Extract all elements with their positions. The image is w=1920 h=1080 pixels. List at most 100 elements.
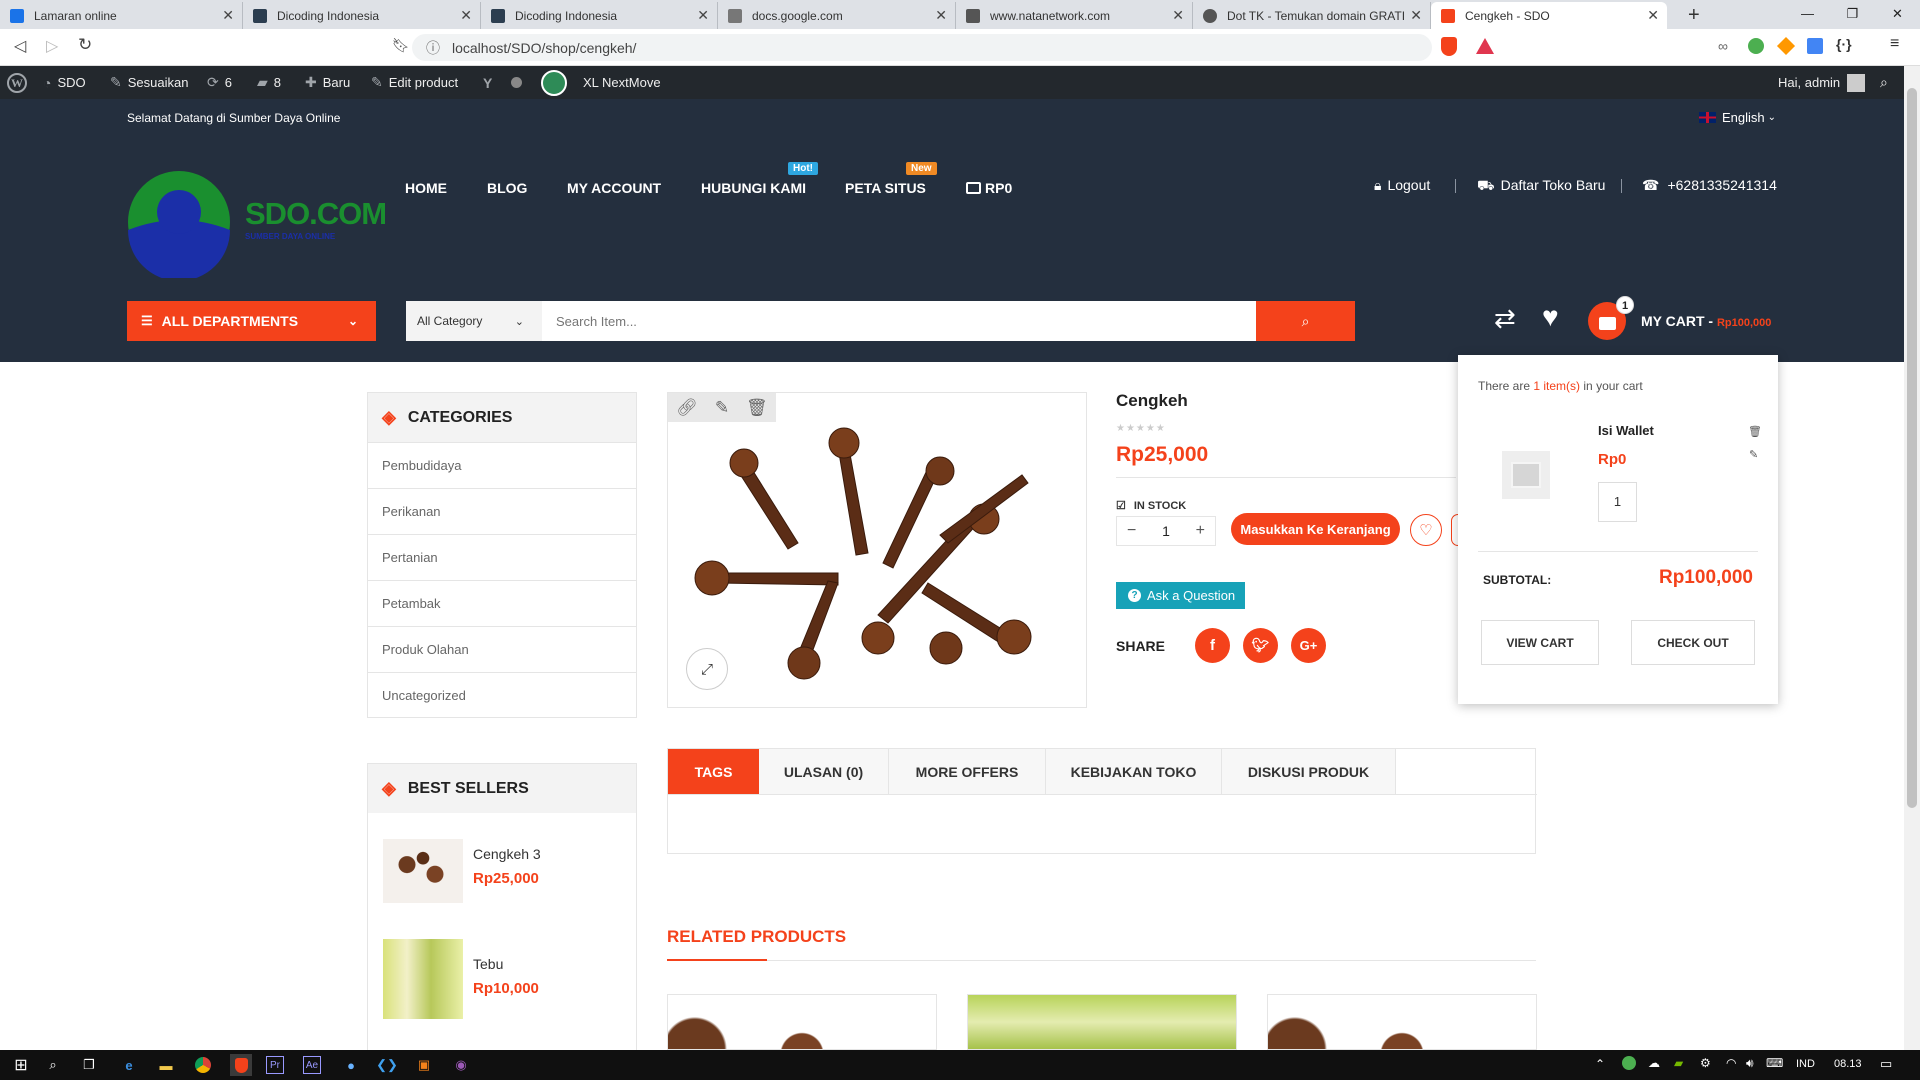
nav-wallet[interactable]: RP0 bbox=[966, 180, 1012, 196]
keyboard-icon[interactable]: ⌨ bbox=[1766, 1056, 1783, 1070]
category-item[interactable]: Pertanian bbox=[368, 534, 636, 580]
site-logo[interactable]: SDO.COM SUMBER DAYA ONLINE bbox=[127, 170, 387, 281]
quantity-value[interactable]: 1 bbox=[1162, 523, 1170, 539]
browser-tab-active[interactable]: Cengkeh - SDO ✕ bbox=[1431, 2, 1667, 29]
edit-icon[interactable]: ✎ bbox=[715, 398, 729, 418]
chrome-icon[interactable] bbox=[192, 1054, 214, 1076]
trash-icon[interactable]: 🗑︎ bbox=[1748, 425, 1762, 438]
extension-icon[interactable] bbox=[1776, 36, 1796, 56]
close-icon[interactable]: ✕ bbox=[1647, 7, 1659, 24]
best-seller-thumbnail[interactable] bbox=[383, 939, 463, 1019]
app-icon[interactable]: ◉ bbox=[450, 1054, 472, 1076]
best-seller-name[interactable]: Tebu bbox=[473, 956, 503, 972]
compare-button[interactable] bbox=[1451, 514, 1458, 546]
menu-icon[interactable]: ≡ bbox=[1890, 35, 1899, 53]
brave-icon[interactable] bbox=[230, 1054, 252, 1076]
browser-tab[interactable]: Dicoding Indonesia ✕ bbox=[243, 2, 481, 29]
browser-tab[interactable]: www.natanetwork.com ✕ bbox=[956, 2, 1193, 29]
browser-tab[interactable]: Dot TK - Temukan domain GRATIS ✕ bbox=[1193, 2, 1431, 29]
extension-icon[interactable]: ∞ bbox=[1718, 38, 1728, 54]
category-select[interactable]: All Category ⌄ bbox=[406, 301, 542, 341]
google-plus-share-icon[interactable]: G+ bbox=[1291, 628, 1326, 663]
add-to-cart-button[interactable]: Masukkan Ke Keranjang bbox=[1231, 513, 1400, 545]
register-store-link[interactable]: ⛟ Daftar Toko Baru bbox=[1477, 177, 1605, 196]
category-item[interactable]: Pembudidaya bbox=[368, 442, 636, 488]
new-tab-button[interactable]: + bbox=[1688, 4, 1700, 27]
tab-store-policy[interactable]: KEBIJAKAN TOKO bbox=[1046, 749, 1222, 794]
search-icon[interactable]: ⌕ bbox=[42, 1054, 64, 1076]
volume-icon[interactable]: 🔊︎ bbox=[1746, 1056, 1754, 1071]
category-item[interactable]: Produk Olahan bbox=[368, 626, 636, 672]
close-icon[interactable]: ✕ bbox=[460, 7, 472, 24]
brave-shield-icon[interactable] bbox=[1441, 37, 1457, 56]
trash-icon[interactable]: 🗑︎ bbox=[746, 398, 768, 418]
after-effects-icon[interactable]: Ae bbox=[303, 1056, 321, 1074]
clock[interactable]: 08.13 bbox=[1834, 1058, 1862, 1070]
nav-sitemap[interactable]: PETA SITUS bbox=[845, 180, 926, 196]
info-icon[interactable]: ⓘ bbox=[426, 38, 440, 58]
wordpress-icon[interactable]: W bbox=[7, 66, 27, 99]
related-product-card[interactable] bbox=[667, 994, 937, 1050]
cart-item-quantity[interactable]: 1 bbox=[1598, 482, 1637, 522]
product-image[interactable] bbox=[678, 423, 1078, 683]
category-item[interactable]: Perikanan bbox=[368, 488, 636, 534]
admin-customize-link[interactable]: ✎ Sesuaikan bbox=[110, 66, 188, 99]
admin-new-link[interactable]: ✚ Baru bbox=[305, 66, 350, 99]
link-icon[interactable]: 🔗︎ bbox=[676, 398, 698, 418]
translate-icon[interactable] bbox=[1807, 38, 1823, 54]
tray-icon[interactable]: ⚙ bbox=[1700, 1056, 1711, 1070]
cart-item-name[interactable]: Isi Wallet bbox=[1598, 423, 1654, 438]
all-departments-button[interactable]: ☰ ALL DEPARTMENTS ⌄ bbox=[127, 301, 376, 341]
tray-chevron-icon[interactable]: ⌃ bbox=[1595, 1057, 1605, 1071]
checkout-button[interactable]: CHECK OUT bbox=[1631, 620, 1755, 665]
minus-icon[interactable]: − bbox=[1127, 522, 1136, 540]
nav-blog[interactable]: BLOG bbox=[487, 180, 527, 196]
cart-item-thumbnail[interactable] bbox=[1502, 451, 1550, 499]
close-icon[interactable]: ✕ bbox=[1410, 7, 1422, 24]
browser-tab[interactable]: docs.google.com ✕ bbox=[718, 2, 956, 29]
windows-start-icon[interactable]: ⊞ bbox=[10, 1054, 32, 1076]
nav-my-account[interactable]: MY ACCOUNT bbox=[567, 180, 661, 196]
brave-rewards-icon[interactable] bbox=[1476, 38, 1494, 54]
input-language[interactable]: IND bbox=[1796, 1058, 1815, 1070]
admin-edit-product-link[interactable]: ✎ Edit product bbox=[371, 66, 458, 99]
best-seller-thumbnail[interactable] bbox=[383, 839, 463, 903]
admin-comments-link[interactable]: ▰ 8 bbox=[257, 66, 281, 99]
tray-icon[interactable] bbox=[1622, 1056, 1636, 1070]
tab-more-offers[interactable]: MORE OFFERS bbox=[889, 749, 1046, 794]
twitter-share-icon[interactable]: 🐦︎ bbox=[1243, 628, 1278, 663]
category-item[interactable]: Petambak bbox=[368, 580, 636, 626]
file-explorer-icon[interactable]: ▬ bbox=[155, 1054, 177, 1076]
phone-link[interactable]: ☎ +6281335241314 bbox=[1642, 177, 1777, 194]
browser-tab[interactable]: Dicoding Indonesia ✕ bbox=[481, 2, 718, 29]
back-icon[interactable]: ◁ bbox=[14, 36, 26, 56]
forward-icon[interactable]: ▷ bbox=[46, 36, 58, 56]
category-item[interactable]: Uncategorized bbox=[368, 672, 636, 718]
xampp-icon[interactable]: ▣ bbox=[413, 1054, 435, 1076]
wishlist-heart-icon[interactable]: ♥ bbox=[1542, 301, 1559, 333]
task-view-icon[interactable]: ❐ bbox=[78, 1054, 100, 1076]
logout-link[interactable]: 🔒︎ Logout bbox=[1374, 177, 1430, 194]
close-icon[interactable]: ✕ bbox=[1172, 7, 1184, 24]
minimize-icon[interactable]: — bbox=[1785, 0, 1830, 29]
edge-icon[interactable]: e bbox=[118, 1054, 140, 1076]
facebook-share-icon[interactable]: f bbox=[1195, 628, 1230, 663]
tab-reviews[interactable]: ULASAN (0) bbox=[759, 749, 889, 794]
browser-tab[interactable]: Lamaran online ✕ bbox=[0, 2, 243, 29]
page-scrollbar[interactable] bbox=[1904, 66, 1920, 1050]
app-icon[interactable]: ● bbox=[340, 1054, 362, 1076]
extension-icon[interactable] bbox=[1748, 38, 1764, 54]
compare-icon[interactable]: ⇄ bbox=[1494, 303, 1516, 334]
tab-product-discussion[interactable]: DISKUSI PRODUK bbox=[1222, 749, 1396, 794]
admin-account-link[interactable]: Hai, admin bbox=[1778, 66, 1866, 99]
pencil-icon[interactable]: ✎ bbox=[1749, 448, 1758, 461]
address-bar[interactable]: ⓘ localhost/SDO/shop/cengkeh/ bbox=[412, 34, 1432, 61]
nav-contact[interactable]: HUBUNGI KAMI bbox=[701, 180, 806, 196]
admin-search-icon[interactable]: ⌕ bbox=[1880, 66, 1888, 99]
quantity-stepper[interactable]: − 1 + bbox=[1116, 516, 1216, 546]
zoom-expand-icon[interactable]: ⤢ bbox=[686, 648, 728, 690]
tray-icon[interactable]: ☁ bbox=[1648, 1056, 1660, 1070]
extension-icon[interactable]: {·} bbox=[1836, 36, 1852, 52]
close-window-icon[interactable]: ✕ bbox=[1875, 0, 1920, 29]
related-product-card[interactable] bbox=[1267, 994, 1537, 1050]
